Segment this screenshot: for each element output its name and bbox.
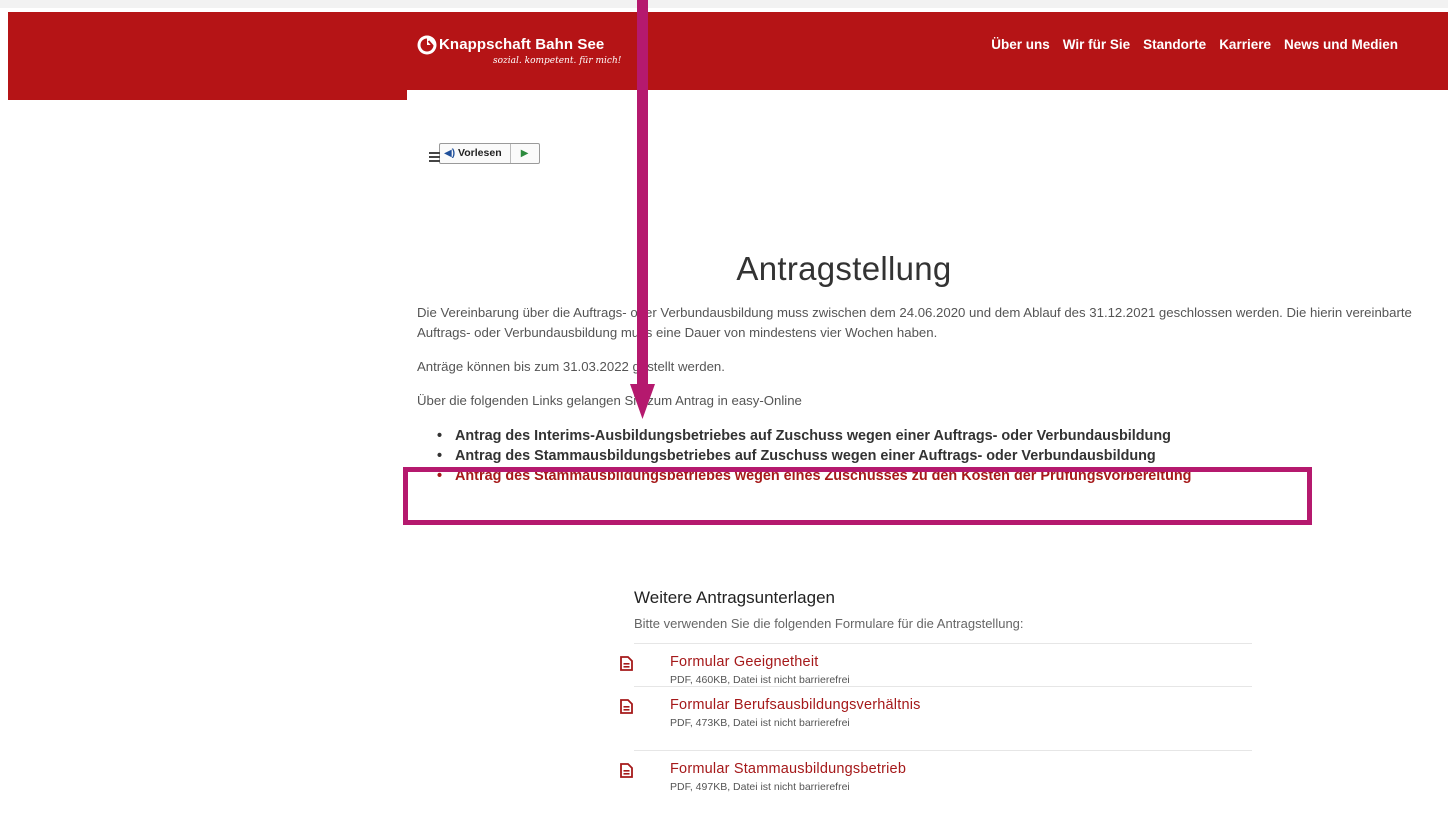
deadline-paragraph: Anträge können bis zum 31.03.2022 gestel… bbox=[417, 359, 725, 374]
document-meta: PDF, 473KB, Datei ist nicht barrierefrei bbox=[670, 717, 850, 729]
readspeaker-widget: ◀) Vorlesen ▶ bbox=[429, 142, 540, 164]
browser-top-strip bbox=[0, 0, 1448, 8]
highlight-annotation-box bbox=[403, 467, 1312, 525]
nav-item-news-und-medien[interactable]: News und Medien bbox=[1284, 37, 1398, 52]
document-meta: PDF, 497KB, Datei ist nicht barrierefrei bbox=[670, 781, 850, 793]
further-documents-heading: Weitere Antragsunterlagen bbox=[634, 588, 835, 607]
document-link[interactable]: Formular Berufsausbildungsverhältnis bbox=[670, 697, 1252, 713]
arrow-down-icon bbox=[630, 0, 655, 419]
logo-tagline: sozial. kompetent. für mich! bbox=[493, 56, 622, 66]
link-stamm-application[interactable]: Antrag des Stammausbildungsbetriebes auf… bbox=[437, 446, 1191, 466]
header-accent-bar bbox=[8, 90, 407, 100]
link-interim-application[interactable]: Antrag des Interims-Ausbildungsbetriebes… bbox=[437, 426, 1191, 446]
page-title: Antragstellung bbox=[736, 250, 952, 287]
nav-item-standorte[interactable]: Standorte bbox=[1143, 37, 1206, 52]
document-icon bbox=[620, 763, 633, 778]
document-icon bbox=[620, 699, 633, 714]
document-item[interactable]: Formular Stammausbildungsbetrieb PDF, 49… bbox=[620, 750, 1252, 814]
logo-icon bbox=[417, 35, 437, 55]
document-link[interactable]: Formular Geeignetheit bbox=[670, 654, 1252, 670]
further-documents-subtext: Bitte verwenden Sie die folgenden Formul… bbox=[634, 616, 1024, 631]
nav-item-ueber-uns[interactable]: Über uns bbox=[991, 37, 1050, 52]
document-item[interactable]: Formular Berufsausbildungsverhältnis PDF… bbox=[620, 686, 1252, 750]
document-meta: PDF, 460KB, Datei ist nicht barrierefrei bbox=[670, 674, 850, 686]
logo-name: Knappschaft Bahn See bbox=[439, 36, 605, 53]
links-intro-paragraph: Über die folgenden Links gelangen Sie zu… bbox=[417, 393, 802, 408]
readspeaker-controls: ◀) Vorlesen ▶ bbox=[439, 142, 540, 164]
nav-item-karriere[interactable]: Karriere bbox=[1219, 37, 1271, 52]
read-aloud-button[interactable]: ◀) Vorlesen bbox=[440, 143, 511, 163]
further-documents-section: Weitere Antragsunterlagen Bitte verwende… bbox=[620, 588, 1252, 814]
intro-paragraph: Die Vereinbarung über die Auftrags- oder… bbox=[417, 305, 1412, 340]
speaker-icon: ◀) bbox=[444, 147, 456, 159]
intro-text: Die Vereinbarung über die Auftrags- oder… bbox=[417, 303, 1442, 425]
menu-icon[interactable] bbox=[429, 152, 441, 164]
document-item[interactable]: Formular Geeignetheit PDF, 460KB, Datei … bbox=[620, 643, 1252, 686]
nav-item-wir-fuer-sie[interactable]: Wir für Sie bbox=[1063, 37, 1130, 52]
play-icon[interactable]: ▶ bbox=[511, 144, 539, 163]
read-aloud-label: Vorlesen bbox=[458, 147, 502, 159]
document-icon bbox=[620, 656, 633, 671]
document-link[interactable]: Formular Stammausbildungsbetrieb bbox=[670, 761, 1252, 777]
main-navigation: Über uns Wir für Sie Standorte Karriere … bbox=[991, 37, 1398, 52]
